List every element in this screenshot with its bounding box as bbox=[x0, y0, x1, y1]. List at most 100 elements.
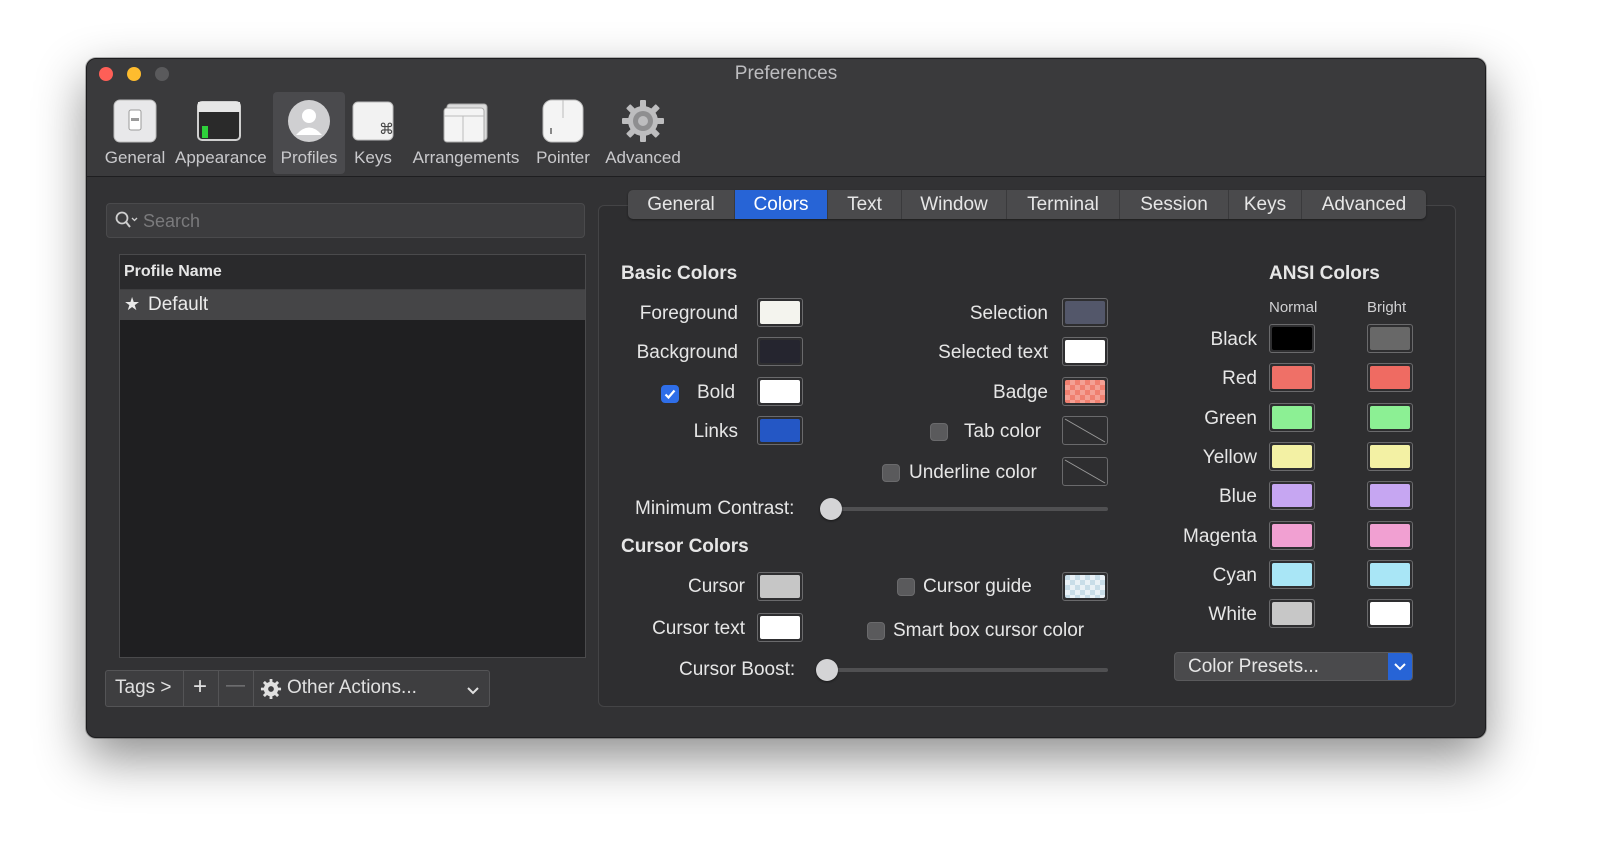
cursor-guide-color-well[interactable] bbox=[1062, 572, 1108, 601]
ansi-black-bright-well[interactable] bbox=[1367, 324, 1413, 353]
toolbar-general[interactable]: General bbox=[93, 92, 177, 174]
cursor-text-swatch bbox=[760, 616, 800, 639]
ansi-green-normal-well[interactable] bbox=[1269, 402, 1315, 432]
ansi-black-bright-swatch bbox=[1370, 327, 1410, 350]
tab-text[interactable]: Text bbox=[828, 190, 902, 219]
ansi-green-bright-swatch bbox=[1370, 405, 1410, 429]
ansi-blue-bright-well[interactable] bbox=[1367, 481, 1413, 511]
ansi-yellow-label: Yellow bbox=[1202, 446, 1257, 468]
cursor-text-color-well[interactable] bbox=[757, 613, 803, 642]
minimum-contrast-track[interactable] bbox=[831, 507, 1108, 511]
cursor-swatch bbox=[760, 575, 800, 598]
profile-search[interactable] bbox=[106, 203, 585, 238]
selected-text-color-well[interactable] bbox=[1062, 337, 1108, 366]
toolbar-pointer[interactable]: Pointer bbox=[531, 92, 595, 174]
other-actions-menu[interactable]: Other Actions... bbox=[253, 670, 490, 707]
bold-checkbox[interactable] bbox=[661, 385, 679, 403]
ansi-black-normal-swatch bbox=[1272, 327, 1312, 350]
tags-button[interactable]: Tags > bbox=[105, 670, 184, 707]
ansi-blue-label: Blue bbox=[1218, 486, 1257, 508]
cursor-color-well[interactable] bbox=[757, 572, 803, 601]
tab-window[interactable]: Window bbox=[902, 190, 1007, 219]
selected-text-label: Selected text bbox=[938, 342, 1048, 363]
toolbar-keys[interactable]: ⌘ Keys bbox=[349, 92, 397, 174]
toolbar-profiles[interactable]: Profiles bbox=[273, 92, 345, 174]
ansi-cyan-normal-well[interactable] bbox=[1269, 559, 1315, 589]
profile-row-default[interactable]: ★ Default bbox=[120, 290, 585, 320]
search-icon bbox=[115, 211, 139, 234]
svg-text:⌘: ⌘ bbox=[379, 120, 394, 138]
cursor-guide-checkbox[interactable] bbox=[897, 578, 915, 596]
command-key-icon: ⌘ bbox=[351, 98, 395, 149]
toolbar-appearance[interactable]: Appearance bbox=[175, 92, 267, 174]
cursor-boost-slider[interactable] bbox=[816, 659, 838, 681]
no-color-slash-icon bbox=[1064, 459, 1106, 484]
ansi-cyan-label: Cyan bbox=[1212, 564, 1257, 586]
ansi-white-normal-well[interactable] bbox=[1269, 599, 1315, 629]
foreground-color-well[interactable] bbox=[757, 298, 803, 327]
links-label: Links bbox=[693, 421, 738, 442]
ansi-normal-header: Normal bbox=[1269, 299, 1318, 316]
ansi-green-bright-well[interactable] bbox=[1367, 402, 1413, 432]
ansi-magenta-label: Magenta bbox=[1183, 525, 1257, 547]
checkmark-icon bbox=[664, 389, 676, 400]
selected-text-swatch bbox=[1065, 340, 1105, 363]
tab-session[interactable]: Session bbox=[1120, 190, 1229, 219]
ansi-yellow-normal-well[interactable] bbox=[1269, 441, 1315, 471]
ansi-yellow-bright-swatch bbox=[1370, 444, 1410, 468]
cursor-label: Cursor bbox=[687, 576, 745, 597]
tab-colors[interactable]: Colors bbox=[735, 190, 828, 219]
tab-terminal[interactable]: Terminal bbox=[1007, 190, 1120, 219]
underline-color-well[interactable] bbox=[1062, 457, 1108, 486]
preferences-window: Preferences General Appearance Profiles … bbox=[86, 58, 1486, 738]
cursor-boost-label: Cursor Boost: bbox=[679, 659, 796, 680]
links-color-well[interactable] bbox=[757, 416, 803, 445]
underline-color-checkbox[interactable] bbox=[882, 464, 900, 482]
selection-color-well[interactable] bbox=[1062, 298, 1108, 327]
gear-icon bbox=[260, 678, 282, 706]
search-input[interactable] bbox=[141, 208, 565, 234]
ansi-red-label: Red bbox=[1222, 368, 1257, 390]
ansi-white-bright-well[interactable] bbox=[1367, 599, 1413, 629]
cursor-guide-swatch bbox=[1065, 575, 1105, 598]
ansi-bright-header: Bright bbox=[1367, 299, 1407, 316]
default-star-icon: ★ bbox=[124, 294, 141, 314]
tab-general[interactable]: General bbox=[628, 190, 735, 219]
ansi-magenta-normal-well[interactable] bbox=[1269, 520, 1315, 550]
tab-keys[interactable]: Keys bbox=[1229, 190, 1302, 219]
add-profile-button[interactable]: + bbox=[183, 670, 219, 707]
tab-advanced[interactable]: Advanced bbox=[1302, 190, 1426, 219]
ansi-red-bright-well[interactable] bbox=[1367, 363, 1413, 393]
smart-box-cursor-checkbox[interactable] bbox=[867, 622, 885, 640]
ansi-red-bright-swatch bbox=[1370, 366, 1410, 390]
remove-profile-button[interactable]: — bbox=[218, 670, 254, 707]
toolbar-arrangements[interactable]: Arrangements bbox=[409, 92, 523, 174]
bold-color-well[interactable] bbox=[757, 377, 803, 406]
cursor-guide-label: Cursor guide bbox=[923, 576, 1032, 597]
ansi-red-normal-well[interactable] bbox=[1269, 363, 1315, 393]
profile-icon bbox=[286, 98, 332, 149]
profile-list[interactable]: Profile Name ★ Default bbox=[119, 254, 586, 658]
profile-name-column-header[interactable]: Profile Name bbox=[120, 255, 585, 290]
bold-label: Bold bbox=[697, 382, 736, 403]
color-presets-menu[interactable]: Color Presets... bbox=[1174, 652, 1413, 681]
bold-swatch bbox=[760, 380, 800, 403]
ansi-yellow-bright-well[interactable] bbox=[1367, 441, 1413, 471]
badge-color-well[interactable] bbox=[1062, 377, 1108, 406]
chevron-down-icon bbox=[1388, 653, 1412, 680]
ansi-magenta-bright-well[interactable] bbox=[1367, 520, 1413, 550]
ansi-black-normal-well[interactable] bbox=[1269, 324, 1315, 353]
foreground-label: Foreground bbox=[639, 303, 738, 324]
minimum-contrast-slider[interactable] bbox=[820, 498, 842, 520]
ansi-cyan-bright-well[interactable] bbox=[1367, 559, 1413, 589]
cursor-boost-track[interactable] bbox=[827, 668, 1108, 672]
tab-color-checkbox[interactable] bbox=[930, 423, 948, 441]
ansi-yellow-normal-swatch bbox=[1272, 444, 1312, 468]
links-swatch bbox=[760, 419, 800, 442]
selection-label: Selection bbox=[969, 303, 1048, 324]
ansi-blue-normal-well[interactable] bbox=[1269, 481, 1315, 511]
background-color-well[interactable] bbox=[757, 337, 803, 366]
tab-color-well[interactable] bbox=[1062, 416, 1108, 445]
badge-swatch bbox=[1065, 380, 1105, 403]
toolbar-advanced[interactable]: Advanced bbox=[601, 92, 685, 174]
